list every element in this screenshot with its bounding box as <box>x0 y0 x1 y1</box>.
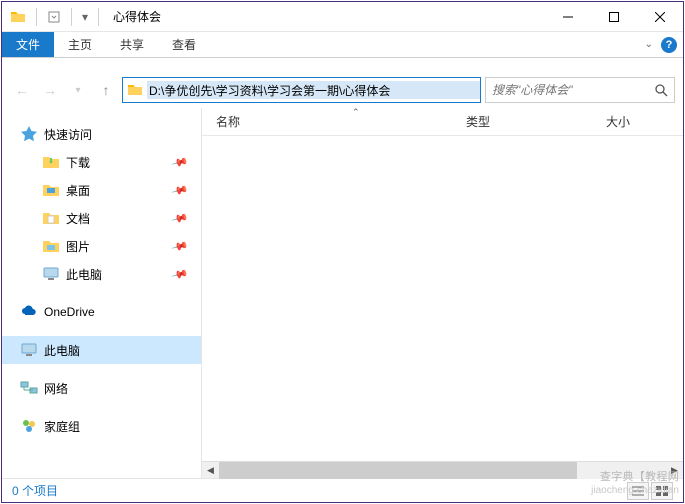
sidebar-item-label: 此电脑 <box>44 342 80 359</box>
file-list[interactable] <box>202 136 683 461</box>
folder-icon <box>42 209 60 227</box>
network-icon <box>20 379 38 397</box>
sidebar-item-label: OneDrive <box>44 305 95 319</box>
sidebar-homegroup[interactable]: 家庭组 <box>2 412 201 440</box>
watermark: jiaocheng.chazidian <box>591 485 679 496</box>
pin-icon: 📌 <box>171 153 189 171</box>
explorer-window: ▾ 心得体会 文件 主页 共享 查看 ⌄ ? ← → ▾ ↑ <box>1 1 684 503</box>
tab-share[interactable]: 共享 <box>106 32 158 57</box>
folder-icon <box>127 82 143 98</box>
tab-file[interactable]: 文件 <box>2 32 54 57</box>
column-size[interactable]: 大小 <box>606 113 630 130</box>
up-button[interactable]: ↑ <box>94 78 118 102</box>
folder-icon <box>42 153 60 171</box>
tab-home[interactable]: 主页 <box>54 32 106 57</box>
sidebar-item-label: 文档 <box>66 210 90 227</box>
navigation-bar: ← → ▾ ↑ <box>2 72 683 108</box>
sidebar-network[interactable]: 网络 <box>2 374 201 402</box>
sidebar-item-documents[interactable]: 文档 📌 <box>2 204 201 232</box>
forward-button[interactable]: → <box>38 78 62 102</box>
qat-dropdown-icon[interactable] <box>47 10 61 24</box>
tab-view[interactable]: 查看 <box>158 32 210 57</box>
titlebar: ▾ 心得体会 <box>2 2 683 32</box>
sidebar-this-pc[interactable]: 此电脑 <box>2 336 201 364</box>
onedrive-icon <box>20 303 38 321</box>
sidebar-item-label: 下载 <box>66 154 90 171</box>
titlebar-left: ▾ 心得体会 <box>2 8 161 26</box>
sidebar-item-label: 桌面 <box>66 182 90 199</box>
scroll-thumb[interactable] <box>219 462 577 479</box>
search-box[interactable] <box>485 77 675 103</box>
recent-dropdown-icon[interactable]: ▾ <box>66 78 90 102</box>
sidebar-quick-access[interactable]: 快速访问 <box>2 120 201 148</box>
sidebar-item-desktop[interactable]: 桌面 📌 <box>2 176 201 204</box>
back-button[interactable]: ← <box>10 78 34 102</box>
pin-icon: 📌 <box>171 237 189 255</box>
sidebar-item-downloads[interactable]: 下载 📌 <box>2 148 201 176</box>
computer-icon <box>20 341 38 359</box>
sidebar-item-label: 网络 <box>44 380 68 397</box>
address-bar[interactable] <box>122 77 481 103</box>
address-input[interactable] <box>147 81 480 99</box>
folder-icon <box>10 9 26 25</box>
scroll-left-icon[interactable]: ◀ <box>202 462 219 479</box>
item-count: 0 个项目 <box>12 482 58 499</box>
homegroup-icon <box>20 417 38 435</box>
sort-indicator-icon: ⌃ <box>352 107 360 118</box>
watermark: 查字典【教程网 <box>600 468 679 484</box>
star-icon <box>20 125 38 143</box>
maximize-button[interactable] <box>591 2 637 32</box>
close-button[interactable] <box>637 2 683 32</box>
sidebar-item-label: 快速访问 <box>44 126 92 143</box>
sidebar-item-label: 图片 <box>66 238 90 255</box>
sidebar-onedrive[interactable]: OneDrive <box>2 298 201 326</box>
sidebar-item-pictures[interactable]: 图片 📌 <box>2 232 201 260</box>
minimize-button[interactable] <box>545 2 591 32</box>
folder-icon <box>42 181 60 199</box>
pin-icon: 📌 <box>171 181 189 199</box>
column-type[interactable]: 类型 <box>466 113 606 130</box>
help-icon[interactable]: ? <box>661 37 677 53</box>
column-name[interactable]: 名称 <box>216 113 466 130</box>
statusbar: 0 个项目 <box>2 478 683 502</box>
ribbon-tabs: 文件 主页 共享 查看 ⌄ ? <box>2 32 683 58</box>
window-title: 心得体会 <box>113 8 161 25</box>
separator <box>36 8 37 26</box>
computer-icon <box>42 265 60 283</box>
qat-overflow-icon[interactable]: ▾ <box>82 10 88 24</box>
navigation-pane: 快速访问 下载 📌 桌面 📌 文档 📌 图片 📌 <box>2 108 202 478</box>
sidebar-item-label: 此电脑 <box>66 266 102 283</box>
body: 快速访问 下载 📌 桌面 📌 文档 📌 图片 📌 <box>2 108 683 478</box>
sidebar-item-thispc[interactable]: 此电脑 📌 <box>2 260 201 288</box>
pin-icon: 📌 <box>171 209 189 227</box>
folder-icon <box>42 237 60 255</box>
column-headers: 名称 ⌃ 类型 大小 <box>202 108 683 136</box>
content-area: 名称 ⌃ 类型 大小 ◀ ▶ <box>202 108 683 478</box>
search-input[interactable] <box>492 83 654 97</box>
sidebar-item-label: 家庭组 <box>44 418 80 435</box>
separator <box>71 8 72 26</box>
search-icon[interactable] <box>654 83 668 97</box>
ribbon-expand-icon[interactable]: ⌄ <box>645 39 653 50</box>
separator <box>98 8 99 26</box>
pin-icon: 📌 <box>171 265 189 283</box>
window-controls <box>545 2 683 32</box>
